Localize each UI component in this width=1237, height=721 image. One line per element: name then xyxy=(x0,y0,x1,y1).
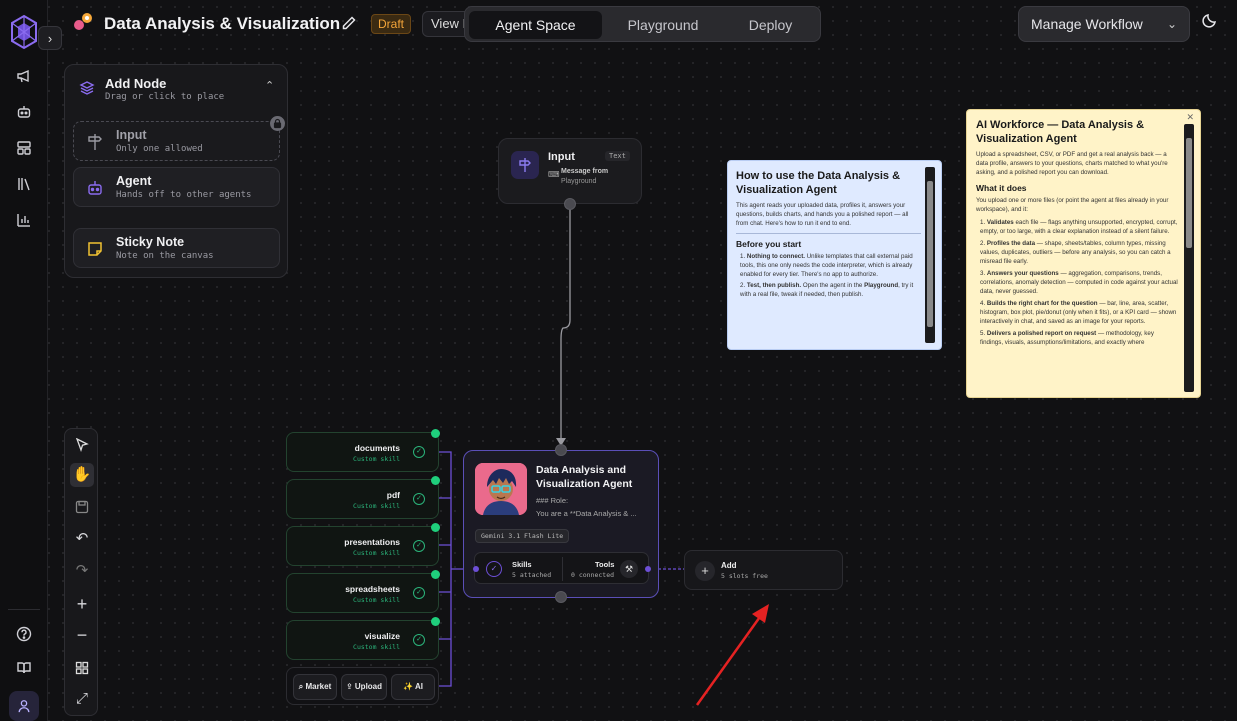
note-item-1: 1. Validates each file — flags anything … xyxy=(980,219,1178,235)
skill-status-dot xyxy=(431,570,440,579)
close-icon[interactable]: ✕ xyxy=(1186,112,1194,123)
note-heading: What it does xyxy=(976,183,1027,193)
note-item-5: 5. Delivers a polished report on request… xyxy=(980,330,1154,346)
add-slot-title: Add xyxy=(721,561,737,570)
note-item-bold: Playground xyxy=(864,282,899,289)
ai-label: AI xyxy=(414,682,423,691)
skill-status-dot xyxy=(431,523,440,532)
note-heading: Before you start xyxy=(736,239,802,249)
skill-type: Custom skill xyxy=(353,502,400,510)
note-item-2: 2. Test, then publish. Open the agent in… xyxy=(740,282,914,298)
agent-title: Data Analysis and Visualization Agent xyxy=(536,464,633,490)
note-item-3: 3. Answers your questions — aggregation,… xyxy=(980,270,1178,295)
note-item-4: 4. Builds the right chart for the questi… xyxy=(980,300,1177,325)
skill-status-dot xyxy=(431,429,440,438)
skill-name: pdf xyxy=(386,490,400,500)
note-item-1: 1. Nothing to connect. Unlike templates … xyxy=(740,253,913,278)
note-intro: This agent reads your uploaded data, pro… xyxy=(736,202,909,227)
note-scrollbar[interactable] xyxy=(1184,124,1194,392)
skill-status-dot xyxy=(431,476,440,485)
skills-port[interactable] xyxy=(473,566,479,572)
input-node[interactable]: Input Text ⌨ Message from Playground xyxy=(498,138,642,204)
agent-description: You are a **Data Analysis & ... xyxy=(536,509,637,518)
wrench-icon[interactable]: ⚒ xyxy=(620,560,638,578)
agent-avatar xyxy=(475,463,527,515)
skill-name: documents xyxy=(354,443,400,453)
skill-card-visualize[interactable]: visualize Custom skill ✓ xyxy=(286,620,439,660)
sticky-note-overview[interactable]: AI Workforce — Data Analysis & Visualiza… xyxy=(966,109,1201,398)
note-item-2: 2. Profiles the data — shape, sheets/tab… xyxy=(980,240,1171,265)
skill-name: spreadsheets xyxy=(345,584,400,594)
skill-type: Custom skill xyxy=(353,455,400,463)
note-divider xyxy=(736,233,921,234)
note-intro: Upload a spreadsheet, CSV, or PDF and ge… xyxy=(976,151,1168,176)
tools-count: 0 connected xyxy=(571,571,615,579)
check-circle-icon: ✓ xyxy=(413,493,425,505)
note-item-bold: Answers your questions xyxy=(986,270,1059,277)
agent-input-port[interactable] xyxy=(555,444,567,456)
check-circle-icon: ✓ xyxy=(413,587,425,599)
plus-icon: + xyxy=(695,561,715,581)
scroll-thumb[interactable] xyxy=(1186,138,1192,248)
check-circle-icon: ✓ xyxy=(413,446,425,458)
upload-button[interactable]: ⇪ Upload xyxy=(341,674,387,700)
note-scrollbar[interactable] xyxy=(925,167,935,343)
upload-label: Upload xyxy=(354,682,383,691)
note-item-bold: Builds the right chart for the question xyxy=(986,300,1098,307)
agent-node[interactable]: Data Analysis and Visualization Agent ##… xyxy=(463,450,659,598)
agent-output-port[interactable] xyxy=(555,591,567,603)
divider xyxy=(562,557,563,581)
input-node-title: Input xyxy=(548,151,575,163)
skills-label: Skills xyxy=(512,560,532,569)
note-item-bold: Delivers a polished report on request xyxy=(986,330,1097,337)
skill-status-dot xyxy=(431,617,440,626)
agent-capabilities-bar: ✓ Skills 5 attached Tools 0 connected ⚒ xyxy=(474,552,649,584)
input-output-port[interactable] xyxy=(564,198,576,210)
skills-check-icon: ✓ xyxy=(486,561,502,577)
tools-label: Tools xyxy=(595,560,615,569)
scroll-thumb[interactable] xyxy=(927,181,933,327)
skill-type: Custom skill xyxy=(353,643,400,651)
note-item-bold: Test, then publish. xyxy=(746,282,802,289)
market-label: Market xyxy=(305,682,332,691)
skill-card-spreadsheets[interactable]: spreadsheets Custom skill ✓ xyxy=(286,573,439,613)
ai-generate-button[interactable]: ✨ AI xyxy=(391,674,435,700)
note-item-bold: Nothing to connect. xyxy=(746,253,805,260)
note-title: AI Workforce — Data Analysis & Visualiza… xyxy=(976,119,1145,145)
skill-type: Custom skill xyxy=(353,549,400,557)
note-item-text: Open the agent in the xyxy=(802,282,863,289)
skill-name: visualize xyxy=(364,631,400,641)
input-source-line1: Message from xyxy=(561,168,609,175)
add-tool-slot[interactable]: + Add 5 slots free xyxy=(684,550,843,590)
skill-actions-card: ⌕ Market ⇪ Upload ✨ AI xyxy=(286,667,439,705)
skills-count: 5 attached xyxy=(512,571,552,579)
note-title: How to use the Data Analysis & Visualiza… xyxy=(736,170,901,196)
note-item-bold: Validates xyxy=(986,219,1014,226)
skill-card-pdf[interactable]: pdf Custom skill ✓ xyxy=(286,479,439,519)
skill-type: Custom skill xyxy=(353,596,400,604)
chat-icon: ⌨ xyxy=(548,170,560,179)
sticky-note-how-to[interactable]: How to use the Data Analysis & Visualiza… xyxy=(727,160,942,350)
model-badge: Gemini 3.1 Flash Lite xyxy=(475,529,570,543)
tools-port[interactable] xyxy=(645,566,651,572)
input-type-badge: Text xyxy=(605,151,630,161)
signpost-icon xyxy=(511,151,539,179)
input-source-line2: Playground xyxy=(561,178,597,185)
skill-card-presentations[interactable]: presentations Custom skill ✓ xyxy=(286,526,439,566)
skill-card-documents[interactable]: documents Custom skill ✓ xyxy=(286,432,439,472)
check-circle-icon: ✓ xyxy=(413,634,425,646)
agent-role: ### Role: xyxy=(536,496,569,505)
note-lead: You upload one or more files (or point t… xyxy=(976,197,1169,213)
skill-name: presentations xyxy=(344,537,400,547)
note-item-bold: Profiles the data xyxy=(986,240,1036,247)
market-button[interactable]: ⌕ Market xyxy=(293,674,337,700)
check-circle-icon: ✓ xyxy=(413,540,425,552)
add-slot-sub: 5 slots free xyxy=(721,572,768,580)
